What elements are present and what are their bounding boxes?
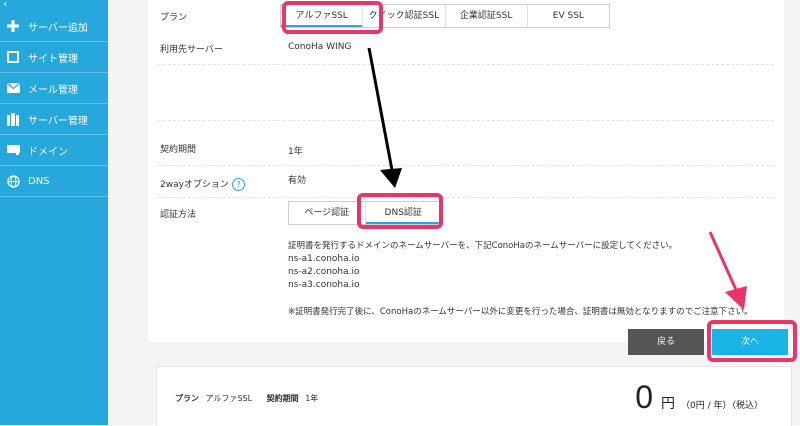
highlight-box-next [707,320,797,362]
sidebar-item-label: メール管理 [28,84,78,96]
tab-enterprise-ssl[interactable]: 企業認証SSL [446,5,528,27]
nameserver-1: ns-a1.conoha.io [288,254,360,264]
help-icon[interactable]: ? [231,178,245,191]
collapse-icon[interactable]: ‹ [3,0,7,10]
price-detail: （0円 / 年）（税込） [681,401,763,411]
summary-text: プラン アルファSSL 契約期間 1年 [175,393,318,404]
auth-label: 認証方法 [160,210,197,220]
highlight-box-alpha-ssl [282,1,383,34]
divider [158,64,774,65]
divider [158,197,774,198]
sidebar-item-mail[interactable]: メール管理 [0,73,108,104]
summary-plan-label: プラン [175,394,199,403]
summary-period-value: 1年 [305,394,319,403]
twoway-label: 2wayオプション [160,180,229,190]
main-area: プラン アルファSSL クイック認証SSL 企業認証SSL EV SSL 利用先… [108,0,800,426]
twoway-value: 有効 [288,176,307,186]
mail-icon [6,81,20,95]
sidebar-item-domain[interactable]: ドメイン [0,135,108,166]
sidebar-item-server[interactable]: サーバー管理 [0,104,108,135]
sidebar-item-label: サーバー追加 [28,22,88,34]
nameserver-2: ns-a2.conoha.io [288,267,360,277]
sidebar-item-site[interactable]: サイト管理 [0,42,108,73]
dns-note: 証明書を発行するドメインのネームサーバーを、下記ConoHaのネームサーバーに設… [288,241,678,251]
order-summary: プラン アルファSSL 契約期間 1年 0 円 （0円 / 年）（税込） [156,366,792,426]
sidebar: ‹ サーバー追加 サイト管理 メール管理 サーバー管理 ドメイン DNS [0,0,108,425]
server-icon [6,112,20,126]
warning-note: ※証明書発行完了後に、ConoHaのネームサーバー以外に変更を行った場合、証明書… [288,307,753,317]
server-label: 利用先サーバー [160,45,223,55]
period-label: 契約期間 [160,145,197,155]
ssl-form-card: プラン アルファSSL クイック認証SSL 企業認証SSL EV SSL 利用先… [148,0,784,342]
window-icon [6,50,20,64]
sidebar-item-dns[interactable]: DNS [0,166,108,197]
divider [158,120,774,121]
price-currency: 円 [661,396,676,412]
sidebar-item-label: サイト管理 [28,53,78,65]
sidebar-item-label: ドメイン [28,146,68,158]
globe-icon [6,174,20,188]
tab-ev-ssl[interactable]: EV SSL [528,5,609,27]
sidebar-item-label: DNS [28,175,50,187]
summary-period-label: 契約期間 [266,394,299,403]
period-value: 1年 [288,147,303,157]
tab-page-auth[interactable]: ページ認証 [289,202,366,224]
highlight-box-dns-auth [357,193,443,229]
twoway-label-group: 2wayオプション? [160,177,245,191]
price-block: 0 円 （0円 / 年）（税込） [635,379,763,416]
back-button[interactable]: 戻る [628,329,704,355]
sidebar-item-label: サーバー管理 [28,115,88,127]
server-value: ConoHa WING [288,42,352,52]
domain-icon [6,143,20,157]
plan-label: プラン [160,13,188,23]
nameserver-3: ns-a3.conoha.io [288,280,360,290]
divider [158,165,774,166]
summary-plan-value: アルファSSL [205,394,253,403]
price-value: 0 [635,379,654,415]
sidebar-item-add-server[interactable]: サーバー追加 [0,11,108,42]
plus-icon [6,19,20,33]
